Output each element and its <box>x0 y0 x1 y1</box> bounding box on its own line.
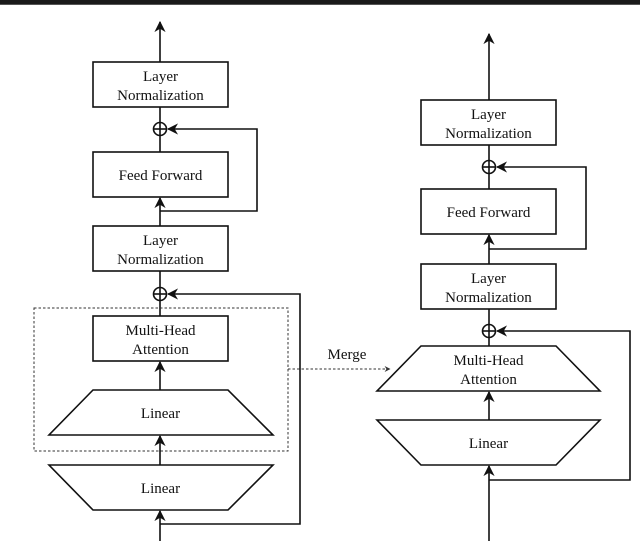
left-add-node-bottom <box>152 286 168 302</box>
right-layer-norm-top: Layer Normalization <box>420 99 557 146</box>
transformer-merge-diagram: Layer Normalization Feed Forward Layer N… <box>33 20 631 541</box>
right-add-node-top <box>481 159 497 175</box>
left-mha-line1: Multi-Head <box>126 323 196 339</box>
right-mha-line2: Attention <box>460 372 517 388</box>
right-multi-head-attention-merged: Multi-Head Attention <box>375 345 602 392</box>
left-linear-upper: Linear <box>47 389 275 436</box>
left-feed-forward: Feed Forward <box>92 151 229 198</box>
left-multi-head-attention: Multi-Head Attention <box>92 315 229 362</box>
left-ln-mid-line1: Layer <box>143 233 178 249</box>
right-ln-top-line2: Normalization <box>445 126 532 142</box>
merge-arrow: Merge <box>288 347 391 372</box>
left-add-node-top <box>152 121 168 137</box>
left-ln-top-line2: Normalization <box>117 88 204 104</box>
right-encoder-block: Layer Normalization Feed Forward Layer N… <box>375 32 631 541</box>
left-layer-norm-mid: Layer Normalization <box>92 225 229 272</box>
left-linear-lower-label: Linear <box>141 481 180 497</box>
right-feed-forward: Feed Forward <box>420 188 557 235</box>
right-ln-mid-line2: Normalization <box>445 290 532 306</box>
right-ln-mid-line1: Layer <box>471 271 506 287</box>
left-encoder-block: Layer Normalization Feed Forward Layer N… <box>33 20 301 541</box>
left-linear-lower: Linear <box>47 464 275 511</box>
right-linear: Linear <box>375 419 602 466</box>
left-ln-top-line1: Layer <box>143 69 178 85</box>
right-mha-line1: Multi-Head <box>454 353 524 369</box>
right-ff-label: Feed Forward <box>447 205 531 221</box>
merge-label: Merge <box>328 347 367 363</box>
left-ff-label: Feed Forward <box>119 168 203 184</box>
right-linear-label: Linear <box>469 436 508 452</box>
diagram-canvas: Layer Normalization Feed Forward Layer N… <box>0 0 640 541</box>
right-add-node-bottom <box>481 323 497 339</box>
left-mha-line2: Attention <box>132 342 189 358</box>
left-ln-mid-line2: Normalization <box>117 252 204 268</box>
right-ln-top-line1: Layer <box>471 107 506 123</box>
left-linear-upper-label: Linear <box>141 406 180 422</box>
right-layer-norm-mid: Layer Normalization <box>420 263 557 310</box>
left-layer-norm-top: Layer Normalization <box>92 61 229 108</box>
